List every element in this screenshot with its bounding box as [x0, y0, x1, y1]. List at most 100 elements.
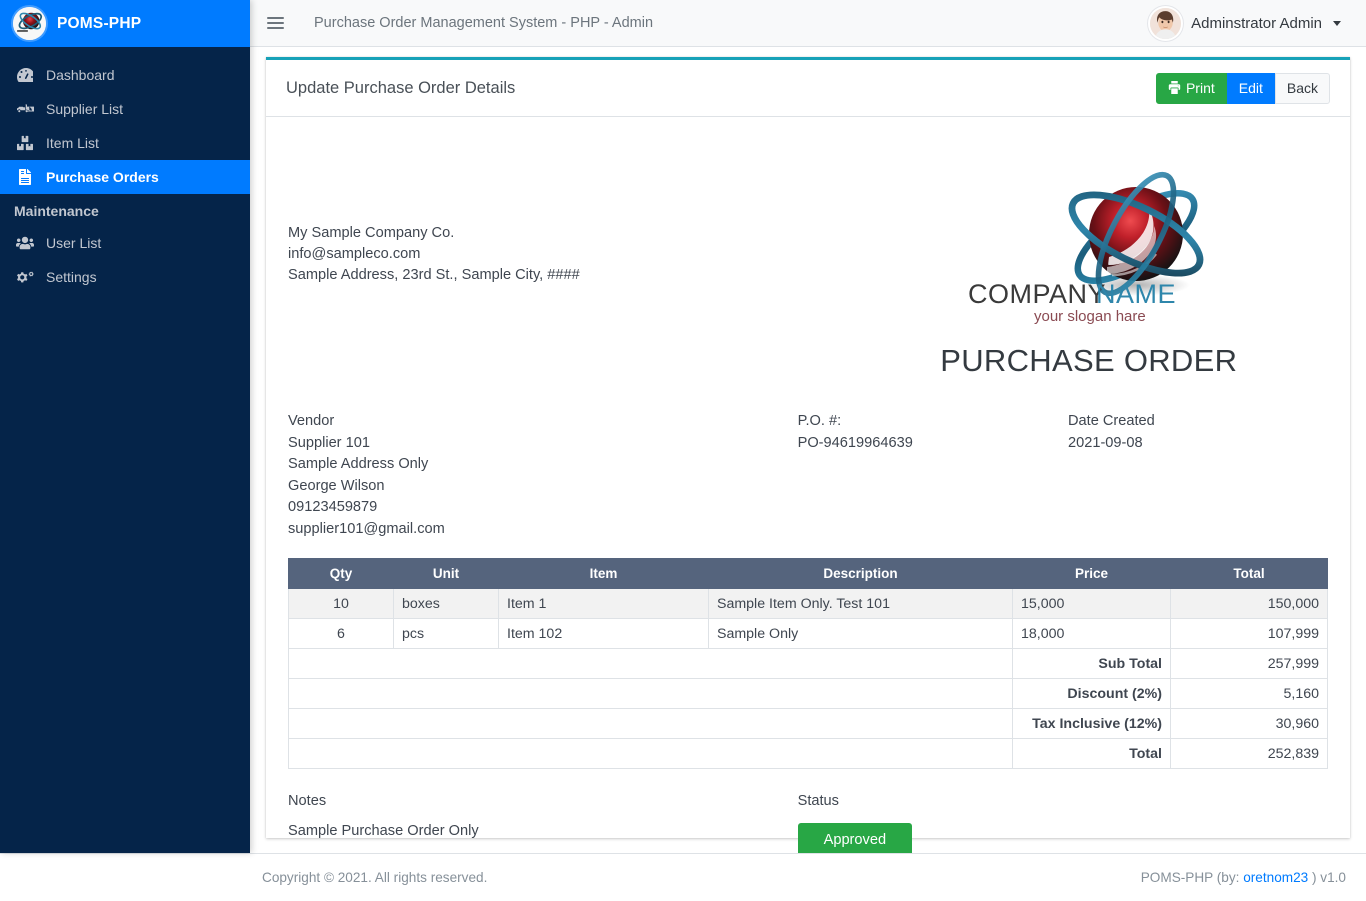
- notes-block: Notes Sample Purchase Order Only: [288, 793, 798, 857]
- notes-label: Notes: [288, 793, 327, 809]
- print-button[interactable]: Print: [1155, 72, 1227, 104]
- column-header-unit: Unit: [393, 558, 499, 589]
- user-avatar-icon: [1150, 7, 1182, 39]
- cell-item: Item 1: [498, 588, 709, 619]
- footer-author-link[interactable]: oretnom23: [1243, 870, 1308, 885]
- cell-qty: 10: [288, 588, 394, 619]
- table-body: 10 boxes Item 1 Sample Item Only. Test 1…: [288, 588, 1328, 769]
- hamburger-menu-icon[interactable]: [250, 0, 292, 47]
- svg-text:NAME: NAME: [1096, 279, 1176, 309]
- cell-price: 18,000: [1012, 618, 1171, 649]
- cell-qty: 6: [288, 618, 394, 649]
- sidebar-item-label: Supplier List: [46, 101, 124, 117]
- boxes-item-icon: [14, 135, 36, 151]
- caret-down-icon: [1333, 20, 1341, 26]
- sidebar-item-label: Item List: [46, 135, 99, 151]
- summary-row-total: Total 252,839: [288, 738, 1328, 769]
- edit-button[interactable]: Edit: [1226, 72, 1275, 104]
- top-navbar: Purchase Order Management System - PHP -…: [250, 0, 1366, 47]
- dashboard-gauge-icon: [14, 67, 36, 83]
- column-header-qty: Qty: [288, 558, 394, 589]
- summary-value: 30,960: [1170, 708, 1328, 739]
- purchase-order-items-table: Qty Unit Item Description Price Total 10…: [288, 558, 1328, 769]
- sidebar-item-label: User List: [46, 235, 102, 251]
- summary-spacer: [288, 708, 1013, 739]
- cell-price: 15,000: [1012, 588, 1171, 619]
- company-name: My Sample Company Co.: [288, 225, 455, 241]
- sidebar: POMS-PHP Dashboard Supplier List Item Li: [0, 0, 250, 853]
- po-number-value: PO-94619964639: [797, 434, 913, 451]
- sidebar-item-item-list[interactable]: Item List: [0, 126, 250, 160]
- topbar-title: Purchase Order Management System - PHP -…: [314, 15, 654, 31]
- page-footer: Copyright © 2021. All rights reserved. P…: [0, 853, 1366, 901]
- app-root: POMS-PHP Dashboard Supplier List Item Li: [0, 0, 1366, 901]
- vendor-address: Sample Address Only: [288, 456, 429, 472]
- sidebar-brand[interactable]: POMS-PHP: [0, 0, 250, 47]
- sidebar-item-label: Dashboard: [46, 67, 115, 83]
- table-head: Qty Unit Item Description Price Total: [288, 558, 1328, 589]
- date-created-value: 2021-09-08: [1067, 434, 1143, 451]
- column-header-price: Price: [1012, 558, 1171, 589]
- column-header-item: Item: [498, 558, 709, 589]
- svg-text:COMPANY: COMPANY: [968, 279, 1106, 309]
- notes-text: Sample Purchase Order Only: [288, 823, 479, 839]
- sidebar-item-supplier-list[interactable]: Supplier List: [0, 92, 250, 126]
- summary-value: 252,839: [1170, 738, 1328, 769]
- cell-total: 107,999: [1170, 618, 1328, 649]
- footer-brand: POMS-PHP (by: oretnom23 ) v1.0: [1141, 870, 1346, 885]
- vendor-label: Vendor: [288, 413, 335, 429]
- back-button[interactable]: Back: [1274, 72, 1330, 104]
- summary-label: Tax Inclusive (12%): [1012, 708, 1171, 739]
- notes-status-row: Notes Sample Purchase Order Only Status …: [288, 793, 1328, 857]
- truck-supplier-icon: [14, 101, 36, 117]
- company-info-block: My Sample Company Co. info@sampleco.com …: [288, 139, 850, 379]
- summary-value: 257,999: [1170, 648, 1328, 679]
- footer-brand-suffix: ) v1.0: [1308, 870, 1346, 885]
- cell-item: Item 102: [498, 618, 709, 649]
- purchase-order-card: Update Purchase Order Details Print Edit…: [266, 57, 1350, 857]
- table-row: 10 boxes Item 1 Sample Item Only. Test 1…: [288, 588, 1328, 619]
- brand-title: POMS-PHP: [57, 14, 142, 32]
- sidebar-item-user-list[interactable]: User List: [0, 226, 250, 260]
- date-created-label: Date Created: [1067, 413, 1155, 429]
- print-button-label: Print: [1185, 80, 1215, 96]
- company-address: Sample Address, 23rd St., Sample City, #…: [288, 267, 580, 283]
- cell-description: Sample Item Only. Test 101: [708, 588, 1013, 619]
- status-badge: Approved: [797, 823, 913, 857]
- summary-row-subtotal: Sub Total 257,999: [288, 648, 1328, 679]
- cell-unit: pcs: [393, 618, 499, 649]
- summary-spacer: [288, 738, 1013, 769]
- po-number-label: P.O. #:: [797, 413, 842, 429]
- sidebar-item-dashboard[interactable]: Dashboard: [0, 58, 250, 92]
- content-wrapper: Update Purchase Order Details Print Edit…: [250, 47, 1366, 857]
- table-row: 6 pcs Item 102 Sample Only 18,000 107,99…: [288, 618, 1328, 649]
- document-heading: PURCHASE ORDER: [940, 343, 1238, 378]
- user-menu[interactable]: Adminstrator Admin: [1150, 7, 1341, 39]
- vendor-name: Supplier 101: [288, 434, 370, 451]
- sidebar-item-purchase-orders[interactable]: Purchase Orders: [0, 160, 250, 194]
- company-email: info@sampleco.com: [288, 246, 421, 262]
- status-block: Status Approved: [797, 793, 1328, 857]
- brand-logo-icon: [13, 7, 46, 40]
- footer-copyright: Copyright © 2021. All rights reserved.: [262, 870, 488, 885]
- invoice-header-row: My Sample Company Co. info@sampleco.com …: [288, 139, 1328, 379]
- card-tools: Print Edit Back: [1155, 72, 1330, 104]
- date-created-block: Date Created 2021-09-08: [1068, 411, 1328, 540]
- summary-label: Total: [1012, 738, 1171, 769]
- summary-spacer: [288, 648, 1013, 679]
- file-invoice-icon: [14, 169, 36, 185]
- company-logo-icon: COMPANY NAME your slogan hare: [945, 139, 1232, 335]
- sidebar-nav: Dashboard Supplier List Item List Purcha…: [0, 47, 250, 294]
- footer-brand-prefix: POMS-PHP (by:: [1140, 870, 1244, 885]
- users-group-icon: [14, 235, 36, 251]
- vendor-phone: 09123459879: [288, 499, 378, 515]
- summary-row-discount: Discount (2%) 5,160: [288, 678, 1328, 709]
- cell-unit: boxes: [393, 588, 499, 619]
- cell-total: 150,000: [1170, 588, 1328, 619]
- summary-spacer: [288, 678, 1013, 709]
- cell-description: Sample Only: [708, 618, 1013, 649]
- sidebar-item-settings[interactable]: Settings: [0, 260, 250, 294]
- invoice-meta-row: Vendor Supplier 101 Sample Address Only …: [288, 411, 1328, 540]
- printer-icon: [1168, 80, 1181, 96]
- column-header-description: Description: [708, 558, 1013, 589]
